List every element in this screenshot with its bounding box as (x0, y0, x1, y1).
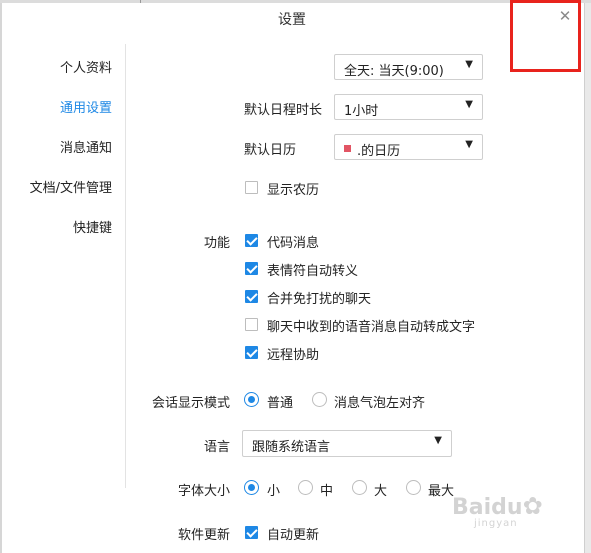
chevron-down-icon: ▼ (434, 435, 442, 446)
window-title: 设置 (278, 12, 306, 28)
font-size-label: 字体大小 (177, 484, 230, 499)
allday-value: 全天: 当天(9:00) (344, 64, 444, 79)
lunar-checkbox[interactable] (245, 181, 258, 194)
code-message-label: 代码消息 (267, 236, 320, 251)
display-mode-normal-radio[interactable] (244, 392, 259, 407)
top-strip (0, 0, 591, 3)
font-size-xlarge-label: 最大 (428, 484, 455, 499)
calendar-color-swatch (344, 145, 351, 152)
font-size-xlarge-radio[interactable] (406, 480, 421, 495)
allday-select[interactable]: 全天: 当天(9:00) ▼ (334, 54, 483, 80)
display-mode-label: 会话显示模式 (151, 396, 230, 411)
calendar-value: .的日历 (357, 144, 401, 159)
watermark-text: Baidu (452, 495, 523, 520)
calendar-label: 默认日历 (243, 143, 296, 158)
font-size-small-label: 小 (267, 484, 281, 499)
emoji-escape-checkbox[interactable] (245, 262, 258, 275)
nav-item-profile[interactable]: 个人资料 (0, 57, 126, 76)
nav-item-general[interactable]: 通用设置 (0, 97, 126, 116)
language-select[interactable]: 跟随系统语言 ▼ (242, 430, 452, 457)
highlight-box (510, 0, 581, 72)
duration-value: 1小时 (344, 104, 379, 119)
display-mode-normal-label: 普通 (267, 396, 294, 411)
chevron-down-icon: ▼ (465, 59, 473, 70)
duration-label: 默认日程时长 (243, 103, 322, 118)
display-mode-bubble-radio[interactable] (312, 392, 327, 407)
nav-item-files[interactable]: 文档/文件管理 (0, 177, 126, 196)
voice-to-text-checkbox[interactable] (245, 318, 258, 331)
code-message-checkbox[interactable] (245, 234, 258, 247)
font-size-medium-label: 中 (320, 484, 334, 499)
nav-item-shortcuts[interactable]: 快捷键 (0, 217, 126, 236)
update-label: 软件更新 (177, 528, 230, 543)
window-left-edge (0, 3, 2, 553)
language-label: 语言 (203, 440, 230, 455)
watermark-sub: jingyan (474, 518, 518, 529)
merge-dnd-checkbox[interactable] (245, 290, 258, 303)
font-size-small-radio[interactable] (244, 480, 259, 495)
window-right-edge (584, 3, 591, 553)
auto-update-checkbox[interactable] (245, 526, 258, 539)
calendar-select[interactable]: .的日历 ▼ (334, 134, 483, 160)
nav-divider (125, 44, 126, 488)
font-size-large-label: 大 (374, 484, 388, 499)
auto-update-label: 自动更新 (267, 528, 320, 543)
nav-item-notifications[interactable]: 消息通知 (0, 137, 126, 156)
remote-assist-checkbox[interactable] (245, 346, 258, 359)
voice-to-text-label: 聊天中收到的语音消息自动转成文字 (267, 320, 476, 335)
lunar-label: 显示农历 (267, 183, 320, 198)
top-strip-mark (140, 0, 141, 3)
baidu-watermark: Baidu✿ jingyan (452, 492, 562, 532)
remote-assist-label: 远程协助 (267, 348, 320, 363)
duration-select[interactable]: 1小时 ▼ (334, 94, 483, 120)
chevron-down-icon: ▼ (465, 99, 473, 110)
merge-dnd-label: 合并免打扰的聊天 (267, 292, 372, 307)
font-size-large-radio[interactable] (352, 480, 367, 495)
paw-icon: ✿ (522, 492, 543, 520)
font-size-medium-radio[interactable] (298, 480, 313, 495)
emoji-escape-label: 表情符自动转义 (267, 264, 359, 279)
chevron-down-icon: ▼ (465, 139, 473, 150)
features-label: 功能 (203, 236, 230, 251)
language-value: 跟随系统语言 (252, 440, 331, 455)
display-mode-bubble-label: 消息气泡左对齐 (334, 396, 426, 411)
